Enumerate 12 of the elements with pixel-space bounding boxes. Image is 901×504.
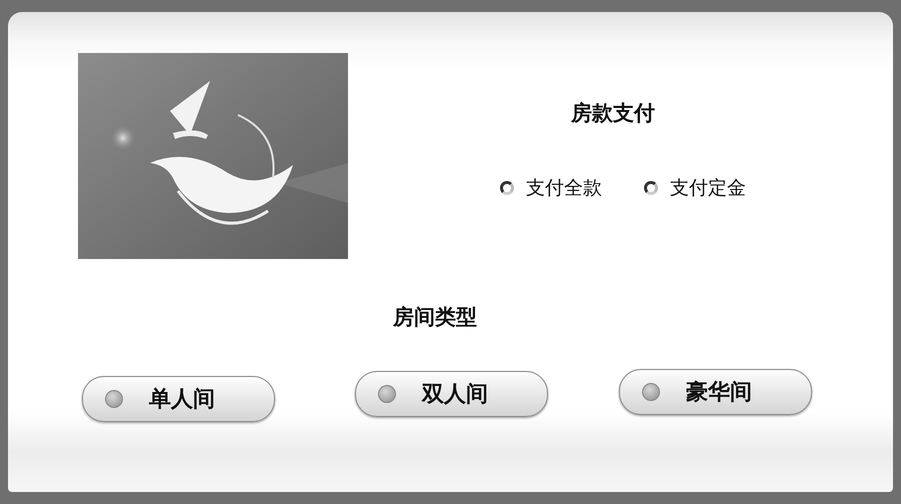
radio-label[interactable]: 支付全款 [526,175,602,201]
room-option-button[interactable]: 豪华间 [619,369,812,415]
section-title: 房款支付 [571,100,655,127]
radio-dot-icon [642,383,660,401]
section-title: 房间类型 [393,304,478,331]
radio-label[interactable]: 支付定金 [670,175,746,201]
radio-button[interactable] [500,181,514,195]
radio-button[interactable] [644,181,658,195]
radio-dot-icon [378,385,396,403]
radio-dot-icon [105,390,123,408]
room-option-button[interactable]: 单人间 [82,376,275,422]
room-option-button[interactable]: 双人间 [355,371,548,417]
